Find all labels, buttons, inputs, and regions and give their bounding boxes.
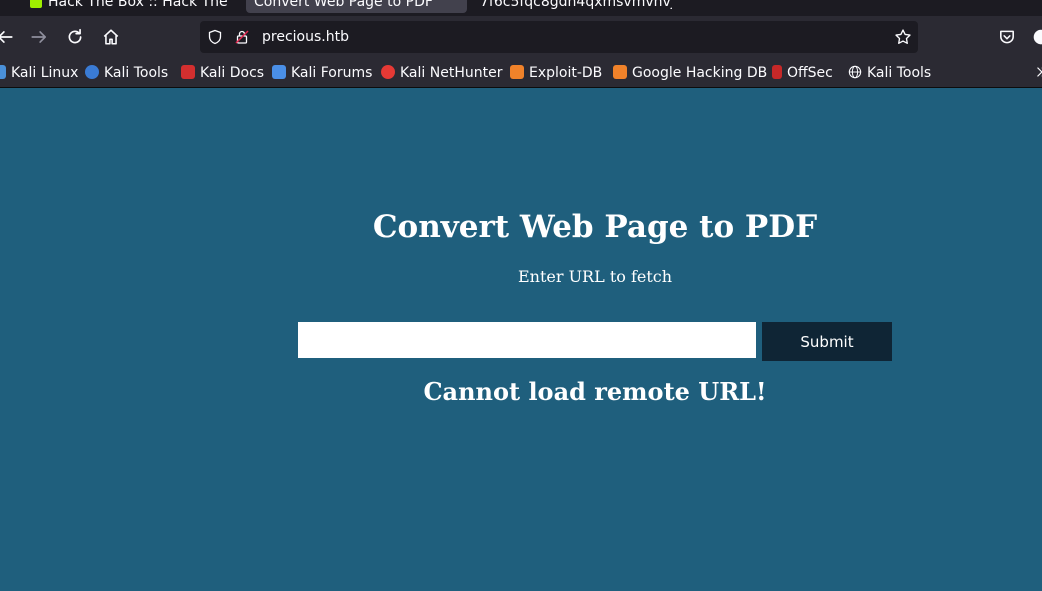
bookmark-exploit-db[interactable]: Exploit-DB: [510, 64, 602, 82]
bookmark-label: Kali Forums: [291, 65, 373, 81]
navigation-toolbar: precious.htb: [0, 16, 1042, 58]
forward-button[interactable]: [28, 26, 50, 48]
bookmark-label: Kali NetHunter: [400, 65, 503, 81]
reload-button[interactable]: [64, 26, 86, 48]
url-text: precious.htb: [262, 29, 349, 45]
url-input[interactable]: [298, 322, 756, 358]
kali-tools-icon: [85, 65, 99, 79]
kali-forums-icon: [272, 65, 286, 79]
error-message: Cannot load remote URL!: [423, 377, 767, 406]
page-content: Convert Web Page to PDF Enter URL to fet…: [0, 89, 1042, 591]
tab-label: Convert Web Page to PDF: [254, 0, 433, 10]
bookmark-star-icon[interactable]: [894, 28, 912, 46]
tab-convert-web-page[interactable]: Convert Web Page to PDF: [246, 0, 467, 13]
page-subtitle: Enter URL to fetch: [517, 267, 673, 286]
account-icon: [1033, 29, 1042, 45]
home-button[interactable]: [100, 26, 122, 48]
page-title: Convert Web Page to PDF: [372, 209, 818, 245]
nethunter-icon: [381, 65, 395, 79]
ghdb-icon: [613, 65, 627, 79]
bookmark-kali-tools-2[interactable]: Kali Tools: [848, 64, 931, 82]
htb-favicon-icon: [30, 0, 42, 8]
exploit-db-icon: [510, 65, 524, 79]
bookmark-label: Kali Linux: [11, 65, 79, 81]
tab-third[interactable]: 7f6c5fqc8gdn4qxmsvmvhvjbcvbv2m4w: [472, 0, 672, 13]
back-button[interactable]: [0, 26, 16, 48]
bookmark-label: Kali Tools: [104, 65, 169, 81]
bookmark-kali-tools[interactable]: Kali Tools: [85, 64, 168, 82]
reload-icon: [68, 28, 82, 44]
offsec-icon: [772, 65, 782, 79]
tab-strip: Hack The Box :: Hack The Convert Web Pag…: [0, 0, 1042, 16]
bookmark-label: Exploit-DB: [529, 65, 603, 81]
submit-button[interactable]: Submit: [762, 322, 892, 361]
kali-docs-icon: [181, 65, 195, 79]
bookmark-kali-forums[interactable]: Kali Forums: [272, 64, 372, 82]
bookmarks-overflow-button[interactable]: [1034, 64, 1042, 82]
pocket-button[interactable]: [996, 26, 1018, 48]
bookmarks-toolbar: Kali Linux Kali Tools Kali Docs Kali For…: [0, 58, 1042, 88]
insecure-lock-icon[interactable]: [234, 29, 250, 45]
forward-arrow-icon: [31, 31, 47, 43]
bookmark-offsec[interactable]: OffSec: [772, 64, 833, 82]
bookmark-label: Kali Docs: [200, 65, 265, 81]
tab-hack-the-box[interactable]: Hack The Box :: Hack The: [22, 0, 232, 13]
home-icon: [103, 29, 119, 45]
back-arrow-icon: [0, 31, 13, 43]
account-button[interactable]: [1030, 26, 1042, 48]
tab-label: Hack The Box :: Hack The: [48, 0, 228, 10]
bookmark-google-hacking-db[interactable]: Google Hacking DB: [613, 64, 767, 82]
chevron-right-icon: [1037, 67, 1042, 77]
globe-icon: [848, 65, 862, 79]
bookmark-kali-nethunter[interactable]: Kali NetHunter: [381, 64, 502, 82]
bookmark-label: OffSec: [787, 65, 833, 81]
pocket-icon: [1000, 30, 1014, 44]
address-bar[interactable]: precious.htb: [200, 21, 918, 53]
tracking-protection-shield-icon[interactable]: [207, 29, 223, 45]
bookmark-kali-linux[interactable]: Kali Linux: [0, 64, 78, 82]
bookmark-label: Google Hacking DB: [632, 65, 768, 81]
kali-dragon-icon: [0, 65, 6, 79]
bookmark-kali-docs[interactable]: Kali Docs: [181, 64, 264, 82]
tab-label: 7f6c5fqc8gdn4qxmsvmvhvjbcvbv2m4w: [480, 0, 672, 10]
bookmark-label: Kali Tools: [867, 65, 932, 81]
